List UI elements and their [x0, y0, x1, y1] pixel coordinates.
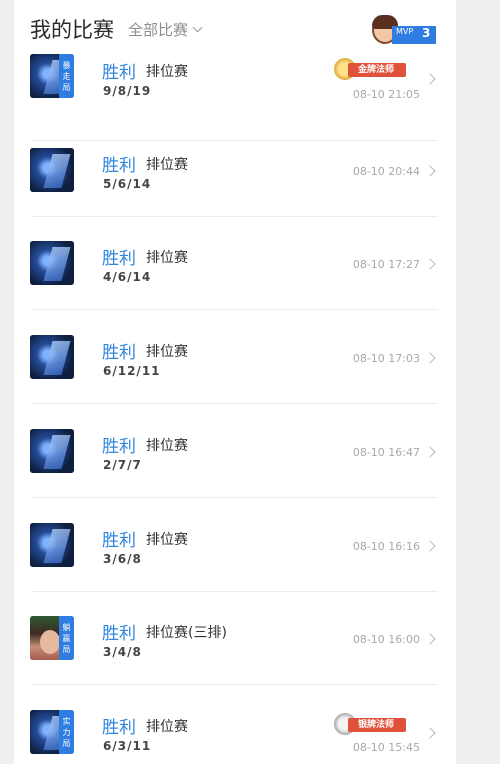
match-row[interactable]: 胜利 排位赛 5/6/14 08-10 20:44 — [14, 124, 456, 217]
match-row[interactable]: 胜利 排位赛 2/7/7 08-10 16:47 — [14, 405, 456, 498]
match-mode: 排位赛 — [146, 250, 188, 266]
match-tag-badge: 躺赢局 — [59, 616, 74, 660]
match-time: 08-10 17:27 — [352, 258, 420, 271]
match-result: 胜利 — [102, 437, 136, 457]
match-result: 胜利 — [102, 63, 136, 83]
match-mode: 排位赛 — [146, 532, 188, 548]
match-result: 胜利 — [102, 718, 136, 738]
hero-avatar — [30, 148, 74, 192]
hero-avatar — [30, 429, 74, 473]
match-result: 胜利 — [102, 249, 136, 269]
chevron-right-icon — [424, 446, 436, 458]
match-kda: 2/7/7 — [103, 458, 142, 472]
hero-avatar — [30, 335, 74, 379]
match-mode: 排位赛 — [146, 719, 188, 735]
chevron-down-icon — [192, 22, 203, 33]
match-time: 08-10 21:05 — [352, 88, 420, 101]
match-time: 08-10 16:00 — [352, 633, 420, 646]
chevron-right-icon — [424, 73, 436, 85]
match-mode: 排位赛 — [146, 344, 188, 360]
chevron-right-icon — [424, 727, 436, 739]
divider — [32, 403, 438, 404]
match-filter-dropdown[interactable]: 全部比赛 — [128, 19, 203, 40]
hero-portrait-image — [30, 335, 74, 379]
match-row[interactable]: 躺赢局 胜利 排位赛(三排) 3/4/8 08-10 16:00 — [14, 592, 456, 685]
match-row[interactable]: 胜利 排位赛 4/6/14 08-10 17:27 — [14, 217, 456, 310]
match-mode: 排位赛 — [146, 157, 188, 173]
chevron-right-icon — [424, 258, 436, 270]
divider — [32, 497, 438, 498]
honor-label: 金牌法师 — [358, 65, 395, 75]
chevron-right-icon — [424, 633, 436, 645]
hero-avatar: 实力局 — [30, 710, 74, 754]
match-row[interactable]: 胜利 排位赛 6/12/11 08-10 17:03 — [14, 311, 456, 404]
match-row[interactable]: 胜利 排位赛 3/6/8 08-10 16:16 — [14, 499, 456, 592]
honor-label: 银牌法师 — [358, 720, 395, 730]
chevron-right-icon — [424, 352, 436, 364]
match-kda: 3/4/8 — [103, 645, 142, 659]
match-time: 08-10 16:16 — [352, 540, 420, 553]
match-time: 08-10 15:45 — [352, 741, 420, 754]
hero-avatar: 躺赢局 — [30, 616, 74, 660]
match-kda: 6/3/11 — [103, 739, 152, 753]
honor-badge: 金牌法师 — [334, 58, 406, 80]
hero-portrait-image — [30, 241, 74, 285]
match-mode: 排位赛 — [146, 64, 188, 80]
match-time: 08-10 20:44 — [352, 165, 420, 178]
match-result: 胜利 — [102, 624, 136, 644]
match-kda: 5/6/14 — [103, 177, 152, 191]
match-kda: 4/6/14 — [103, 270, 152, 284]
match-row[interactable]: 实力局 胜利 排位赛 6/3/11 银牌法师 08-10 15:45 — [14, 686, 456, 764]
hero-portrait-image — [30, 148, 74, 192]
match-tag-badge: 实力局 — [59, 710, 74, 754]
match-kda: 3/6/8 — [103, 552, 142, 566]
mvp-count: 3 — [422, 26, 431, 40]
chevron-right-icon — [424, 165, 436, 177]
chevron-right-icon — [424, 540, 436, 552]
match-history-panel: 我的比赛 全部比赛 MVP 3 暴走局 胜利 排位赛 9/8/19 金牌法师 0… — [14, 0, 456, 764]
hero-avatar — [30, 523, 74, 567]
divider — [32, 684, 438, 685]
match-result: 胜利 — [102, 156, 136, 176]
header: 我的比赛 全部比赛 MVP 3 — [14, 0, 456, 52]
page-title: 我的比赛 — [30, 18, 114, 42]
mvp-badge[interactable]: MVP 3 — [372, 15, 436, 46]
match-time: 08-10 17:03 — [352, 352, 420, 365]
hero-portrait-image — [30, 523, 74, 567]
divider — [32, 309, 438, 310]
honor-badge: 银牌法师 — [334, 713, 406, 735]
match-time: 08-10 16:47 — [352, 446, 420, 459]
hero-avatar — [30, 241, 74, 285]
match-mode: 排位赛(三排) — [146, 625, 227, 641]
hero-avatar: 暴走局 — [30, 54, 74, 98]
match-kda: 9/8/19 — [103, 84, 152, 98]
match-mode: 排位赛 — [146, 438, 188, 454]
match-result: 胜利 — [102, 531, 136, 551]
mvp-label: MVP — [396, 27, 414, 36]
hero-portrait-image — [30, 429, 74, 473]
match-tag-badge: 暴走局 — [59, 54, 74, 98]
match-kda: 6/12/11 — [103, 364, 161, 378]
match-result: 胜利 — [102, 343, 136, 363]
filter-label: 全部比赛 — [128, 21, 189, 39]
